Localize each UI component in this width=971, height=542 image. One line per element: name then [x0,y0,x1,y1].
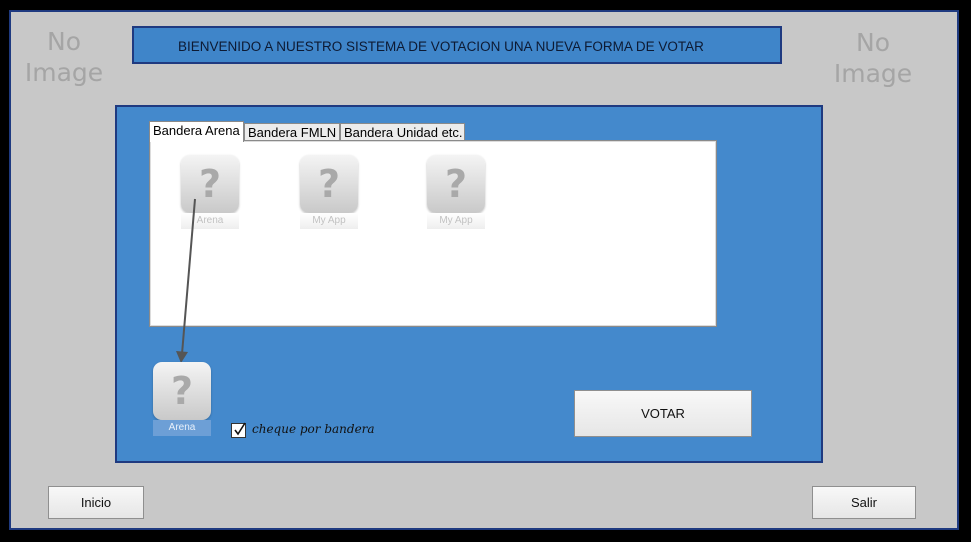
tab-bandera-arena[interactable]: Bandera Arena [149,121,244,142]
party-item-label: Arena [181,213,239,229]
party-item-label: My App [427,213,485,229]
selected-party-label: Arena [153,420,211,436]
question-mark-icon: ? [300,155,358,213]
cheque-checkbox-label: cheque por bandera [252,422,375,436]
main-window: No Image No Image BIENVENIDO A NUESTRO S… [9,10,959,530]
no-image-left: No Image [24,26,104,88]
party-item-arena[interactable]: ? Arena [181,155,239,231]
party-item-2[interactable]: ? My App [300,155,358,231]
no-image-right: No Image [833,27,913,89]
question-mark-icon: ? [153,362,211,420]
votar-button[interactable]: VOTAR [574,390,752,437]
no-image-left-line1: No [47,27,81,56]
welcome-banner: BIENVENIDO A NUESTRO SISTEMA DE VOTACION… [132,26,782,64]
question-mark-icon: ? [427,155,485,213]
selected-party-item[interactable]: ? Arena [153,362,211,438]
no-image-right-line1: No [856,28,890,57]
welcome-text: BIENVENIDO A NUESTRO SISTEMA DE VOTACION… [178,39,704,54]
question-mark-icon: ? [181,155,239,213]
no-image-right-line2: Image [833,59,913,88]
party-item-3[interactable]: ? My App [427,155,485,231]
salir-button[interactable]: Salir [812,486,916,519]
no-image-left-line2: Image [24,58,104,87]
cheque-checkbox[interactable] [231,422,246,438]
voting-panel: Bandera Arena Bandera FMLN Bandera Unida… [115,105,823,463]
tab-content-pane: ? Arena ? My App ? My App [149,140,717,327]
party-item-label: My App [300,213,358,229]
checkmark-icon [234,422,246,436]
inicio-button[interactable]: Inicio [48,486,144,519]
